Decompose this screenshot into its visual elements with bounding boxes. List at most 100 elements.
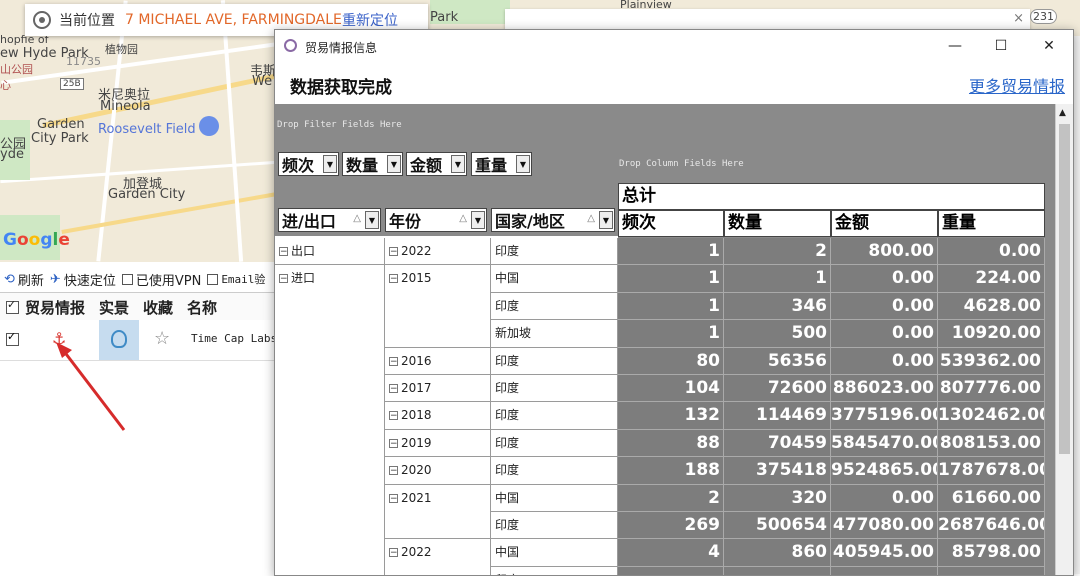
year-group[interactable]: −2022 bbox=[385, 238, 491, 266]
dropdown-icon[interactable]: ▼ bbox=[471, 211, 485, 229]
refresh-button[interactable]: ⟲ 刷新 bbox=[0, 270, 44, 289]
column-header[interactable]: 名称 bbox=[187, 297, 217, 318]
sort-icon[interactable]: △ bbox=[459, 213, 467, 224]
data-cell[interactable]: 1 bbox=[618, 292, 724, 321]
title-bar[interactable]: 贸易情报信息 — ☐ ✕ bbox=[275, 30, 1073, 62]
data-cell[interactable]: 3775196.00 bbox=[831, 402, 938, 430]
row-checkbox[interactable] bbox=[6, 330, 19, 346]
filter-drop-zone[interactable]: Drop Filter Fields Here bbox=[277, 120, 402, 130]
data-cell[interactable]: 375418 bbox=[724, 457, 831, 485]
year-group[interactable]: −2018 bbox=[385, 402, 491, 430]
data-field-button[interactable]: 数量 ▼ bbox=[342, 152, 403, 176]
relocate-link[interactable]: 重新定位 bbox=[342, 10, 398, 30]
collapse-icon[interactable]: − bbox=[389, 247, 398, 257]
country-cell[interactable]: 印度 bbox=[491, 457, 618, 485]
checkbox-icon[interactable] bbox=[207, 273, 219, 285]
collapse-icon[interactable]: − bbox=[279, 247, 288, 257]
data-cell[interactable]: 1 bbox=[618, 238, 724, 266]
data-field-button[interactable]: 重量 ▼ bbox=[471, 152, 532, 176]
data-cell[interactable]: 320 bbox=[724, 484, 831, 512]
data-cell[interactable]: 4628.00 bbox=[938, 292, 1045, 321]
data-cell[interactable]: 800.00 bbox=[831, 238, 938, 266]
vpn-checkbox[interactable]: 已使用VPN bbox=[121, 270, 201, 289]
data-cell[interactable]: 1787678.00 bbox=[938, 457, 1045, 485]
email-checkbox[interactable]: Email验 bbox=[207, 271, 265, 287]
locate-icon[interactable] bbox=[33, 11, 51, 29]
more-trade-link[interactable]: 更多贸易情报 bbox=[969, 73, 1065, 97]
dropdown-icon[interactable]: ▼ bbox=[599, 211, 613, 229]
data-cell[interactable]: 807776.00 bbox=[938, 375, 1045, 403]
data-cell[interactable]: 808153.00 bbox=[938, 429, 1045, 458]
column-drop-zone[interactable]: Drop Column Fields Here bbox=[619, 159, 744, 169]
country-cell[interactable]: 印度 bbox=[491, 429, 618, 458]
country-cell[interactable]: 印度 bbox=[491, 347, 618, 375]
country-cell[interactable]: 印度 bbox=[491, 375, 618, 403]
sort-icon[interactable]: △ bbox=[353, 213, 361, 224]
direction-group[interactable]: − 出口 bbox=[275, 238, 385, 266]
data-cell[interactable]: 224.00 bbox=[938, 265, 1045, 293]
data-cell[interactable]: 85798.00 bbox=[938, 539, 1045, 567]
scroll-up-icon[interactable]: ▲ bbox=[1059, 108, 1066, 118]
data-cell[interactable]: 886023.00 bbox=[831, 375, 938, 403]
data-cell[interactable]: 132 bbox=[618, 402, 724, 430]
data-cell[interactable]: 10920.00 bbox=[938, 320, 1045, 348]
data-cell[interactable]: 0.00 bbox=[831, 484, 938, 512]
star-icon[interactable]: ☆ bbox=[154, 328, 170, 349]
data-cell[interactable]: 4 bbox=[618, 539, 724, 567]
data-cell[interactable]: 500 bbox=[724, 320, 831, 348]
data-cell[interactable]: 56356 bbox=[724, 347, 831, 375]
list-item[interactable]: ⚓ ☆ Time Cap Labs bbox=[0, 320, 290, 361]
row-field-button[interactable]: 国家/地区 △ ▼ bbox=[491, 208, 615, 232]
data-cell[interactable]: 2 bbox=[724, 238, 831, 266]
checkbox-icon[interactable] bbox=[121, 273, 133, 285]
direction-group[interactable]: − 进口 bbox=[275, 265, 385, 575]
country-cell[interactable]: 新加坡 bbox=[491, 320, 618, 348]
data-cell[interactable]: 500654 bbox=[724, 512, 831, 540]
collapse-icon[interactable]: − bbox=[389, 466, 398, 476]
row-field-button[interactable]: 年份 △ ▼ bbox=[385, 208, 487, 232]
dropdown-icon[interactable]: ▼ bbox=[516, 155, 530, 173]
year-group[interactable]: −2015 bbox=[385, 265, 491, 348]
column-header[interactable]: 频次 bbox=[618, 210, 724, 237]
year-group[interactable]: −2016 bbox=[385, 347, 491, 375]
data-cell[interactable]: 0.00 bbox=[831, 320, 938, 348]
close-button[interactable]: ✕ bbox=[1039, 36, 1059, 56]
year-group[interactable]: −2022 bbox=[385, 539, 491, 575]
data-cell[interactable]: 70459 bbox=[724, 429, 831, 458]
column-header[interactable]: 收藏 bbox=[143, 297, 173, 318]
column-header[interactable]: 贸易情报 bbox=[25, 297, 85, 318]
data-cell[interactable]: 269 bbox=[618, 512, 724, 540]
country-cell[interactable]: 中国 bbox=[491, 265, 618, 293]
collapse-icon[interactable]: − bbox=[389, 356, 398, 366]
data-cell[interactable]: 104 bbox=[618, 375, 724, 403]
scroll-thumb[interactable] bbox=[1059, 124, 1070, 454]
dropdown-icon[interactable]: ▼ bbox=[387, 155, 401, 173]
pivot-grid[interactable]: Drop Filter Fields Here Drop Column Fiel… bbox=[275, 104, 1055, 575]
data-cell[interactable]: 539362.00 bbox=[938, 347, 1045, 375]
data-field-button[interactable]: 频次 ▼ bbox=[278, 152, 339, 176]
company-name[interactable]: Time Cap Labs bbox=[191, 332, 277, 345]
data-field-button[interactable]: 金额 ▼ bbox=[406, 152, 467, 176]
collapse-icon[interactable]: − bbox=[389, 274, 398, 284]
collapse-icon[interactable]: − bbox=[389, 548, 398, 558]
quick-locate-button[interactable]: ✈ 快速定位 bbox=[50, 270, 116, 289]
minimize-button[interactable]: — bbox=[945, 36, 965, 56]
data-cell[interactable]: 88 bbox=[618, 429, 724, 458]
close-icon[interactable]: × bbox=[1013, 11, 1024, 26]
year-group[interactable]: −2020 bbox=[385, 457, 491, 485]
collapse-icon[interactable]: − bbox=[389, 411, 398, 421]
data-cell[interactable]: 61660.00 bbox=[938, 484, 1045, 512]
country-cell[interactable]: 印度 bbox=[491, 402, 618, 430]
data-cell[interactable]: 860 bbox=[724, 539, 831, 567]
data-cell[interactable]: 9524865.00 bbox=[831, 457, 938, 485]
country-cell[interactable]: 中国 bbox=[491, 539, 618, 567]
country-cell[interactable]: 印度 bbox=[491, 292, 618, 321]
data-cell[interactable]: 1 bbox=[618, 265, 724, 293]
country-cell[interactable]: 印度 bbox=[491, 238, 618, 266]
data-cell[interactable]: 0.00 bbox=[831, 265, 938, 293]
column-header[interactable]: 重量 bbox=[938, 210, 1045, 237]
row-field-button[interactable]: 进/出口 △ ▼ bbox=[278, 208, 381, 232]
data-cell[interactable]: 1 bbox=[724, 265, 831, 293]
collapse-icon[interactable]: − bbox=[389, 384, 398, 394]
data-cell[interactable]: 1302462.00 bbox=[938, 402, 1045, 430]
